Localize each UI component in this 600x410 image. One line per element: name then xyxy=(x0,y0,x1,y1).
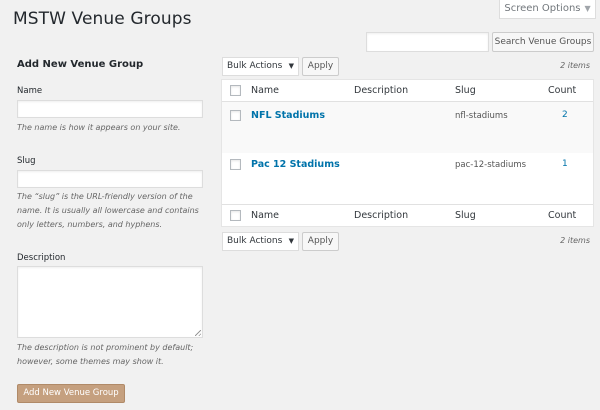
row-count-link[interactable]: 2 xyxy=(562,110,568,120)
apply-button-top[interactable]: Apply xyxy=(302,57,339,76)
select-all-checkbox-footer[interactable] xyxy=(230,210,241,221)
form-title: Add New Venue Group xyxy=(17,59,144,70)
column-count[interactable]: Count xyxy=(548,85,576,96)
bulk-actions-select-bottom[interactable]: Bulk Actions ▼ xyxy=(222,232,299,251)
search-button[interactable]: Search Venue Groups xyxy=(492,32,594,52)
column-description[interactable]: Description xyxy=(354,85,408,96)
bulk-actions-select-top[interactable]: Bulk Actions ▼ xyxy=(222,57,299,76)
chevron-down-icon: ▼ xyxy=(288,237,294,245)
items-count-top: 2 items xyxy=(560,61,590,70)
select-all-checkbox[interactable] xyxy=(230,85,241,96)
name-label: Name xyxy=(17,86,43,96)
screen-options-toggle[interactable]: Screen Options ▼ xyxy=(499,0,596,19)
slug-help-text: The “slug” is the URL-friendly version o… xyxy=(17,192,199,229)
column-name-footer[interactable]: Name xyxy=(251,210,279,221)
row-checkbox[interactable] xyxy=(230,159,241,170)
description-label: Description xyxy=(17,253,66,263)
items-count-bottom: 2 items xyxy=(560,236,590,245)
caret-down-icon: ▼ xyxy=(584,4,591,13)
row-slug: pac-12-stadiums xyxy=(455,160,527,170)
column-name[interactable]: Name xyxy=(251,85,279,96)
column-description-footer[interactable]: Description xyxy=(354,210,408,221)
resize-handle-icon[interactable] xyxy=(195,330,201,336)
row-name-link[interactable]: Pac 12 Stadiums xyxy=(251,159,340,170)
row-slug: nfl-stadiums xyxy=(455,111,508,121)
bulk-actions-selected: Bulk Actions xyxy=(227,236,283,246)
table-header: Name Description Slug Count xyxy=(222,80,593,102)
name-field[interactable] xyxy=(17,100,203,118)
apply-button-bottom[interactable]: Apply xyxy=(302,232,339,251)
slug-label: Slug xyxy=(17,156,36,166)
table-row: NFL Stadiums nfl-stadiums 2 xyxy=(222,102,593,153)
add-new-venue-group-button[interactable]: Add New Venue Group xyxy=(17,384,125,403)
row-name-link[interactable]: NFL Stadiums xyxy=(251,110,325,121)
column-slug[interactable]: Slug xyxy=(455,85,476,96)
chevron-down-icon: ▼ xyxy=(288,62,294,70)
table-row: Pac 12 Stadiums pac-12-stadiums 1 xyxy=(222,153,593,204)
column-count-footer[interactable]: Count xyxy=(548,210,576,221)
bulk-actions-selected: Bulk Actions xyxy=(227,61,283,71)
screen-options-label: Screen Options xyxy=(504,3,581,14)
page: Screen Options ▼ MSTW Venue Groups Search… xyxy=(0,0,600,410)
table-footer: Name Description Slug Count xyxy=(222,204,593,226)
search-input[interactable] xyxy=(366,32,489,52)
name-help-text: The name is how it appears on your site. xyxy=(17,123,181,132)
description-help-text: The description is not prominent by defa… xyxy=(17,343,194,366)
slug-field[interactable] xyxy=(17,170,203,188)
venue-groups-table: Name Description Slug Count NFL Stadiums… xyxy=(221,79,594,227)
row-checkbox[interactable] xyxy=(230,110,241,121)
column-slug-footer[interactable]: Slug xyxy=(455,210,476,221)
page-title: MSTW Venue Groups xyxy=(13,9,192,29)
row-count-link[interactable]: 1 xyxy=(562,159,568,169)
description-field[interactable] xyxy=(17,266,203,338)
